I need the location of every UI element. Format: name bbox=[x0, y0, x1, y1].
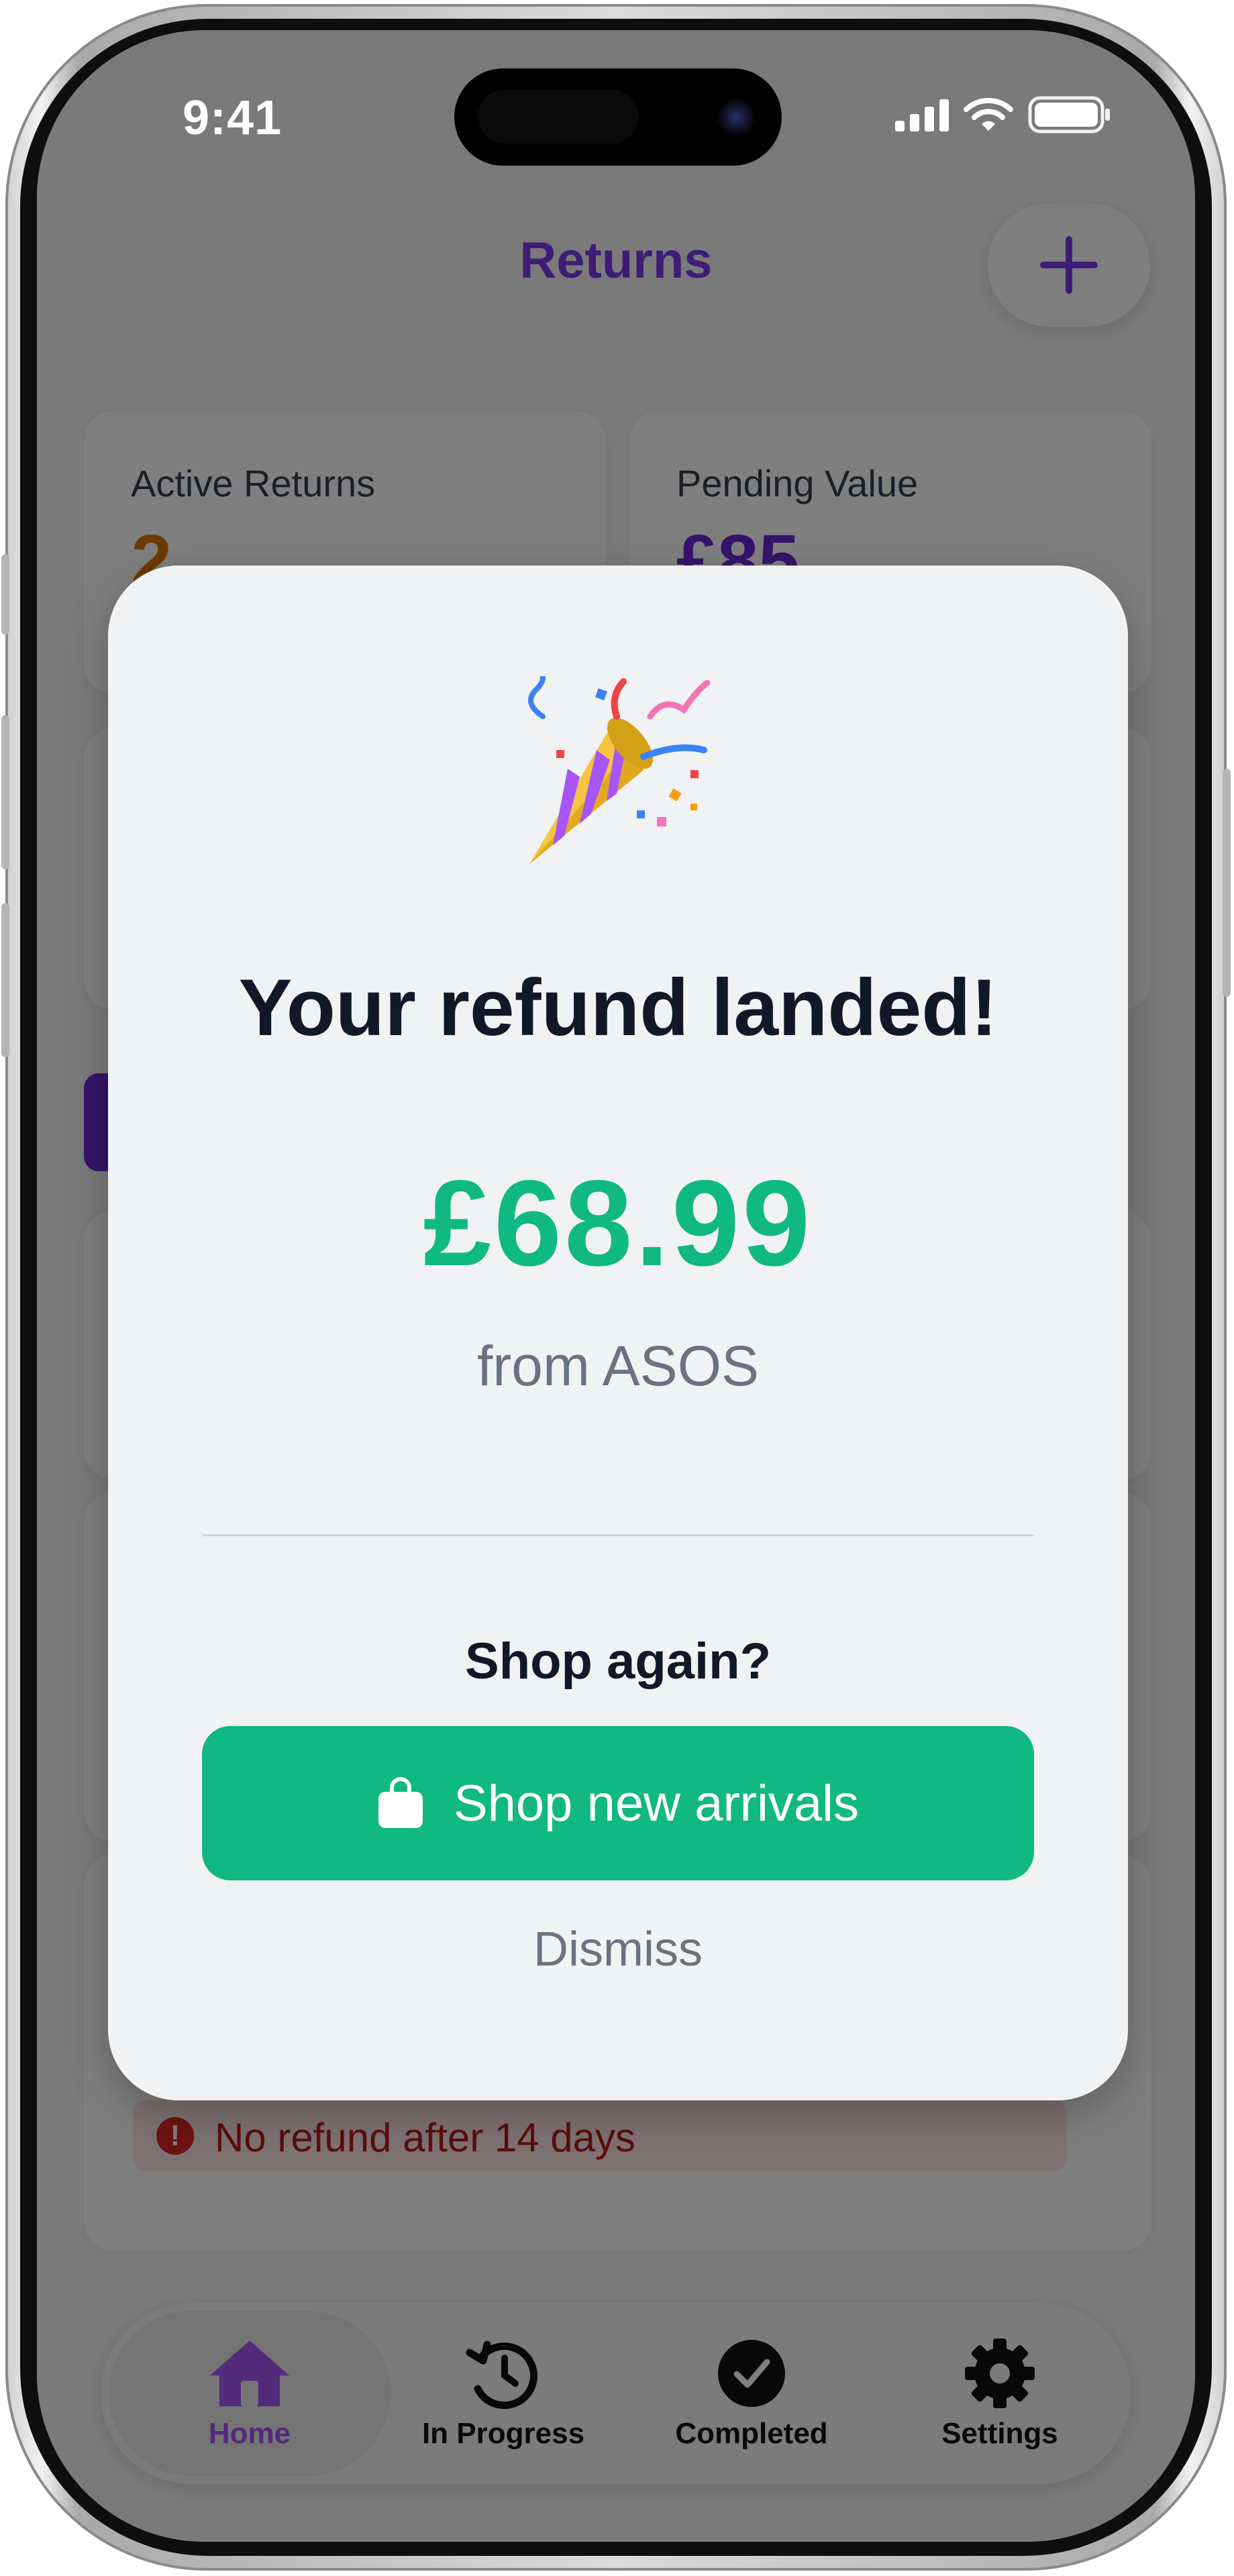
volume-down-button bbox=[1, 903, 9, 1057]
status-time: 9:41 bbox=[183, 91, 282, 145]
battery-icon bbox=[1028, 96, 1110, 133]
shop-button-label: Shop new arrivals bbox=[453, 1774, 860, 1832]
camera-icon bbox=[717, 99, 755, 136]
power-button bbox=[1223, 769, 1231, 997]
shop-again-prompt: Shop again? bbox=[465, 1633, 771, 1690]
wifi-icon bbox=[964, 97, 1013, 131]
divider bbox=[202, 1534, 1034, 1536]
dismiss-button[interactable]: Dismiss bbox=[108, 1922, 1128, 1977]
shopping-bag-icon bbox=[378, 1777, 423, 1828]
shop-new-arrivals-button[interactable]: Shop new arrivals bbox=[202, 1726, 1034, 1880]
action-button bbox=[1, 554, 9, 635]
refund-amount: £68.99 bbox=[423, 1155, 813, 1291]
cellular-signal-icon bbox=[895, 98, 949, 131]
refund-modal: Your refund landed! £68.99 from ASOS Sho… bbox=[108, 566, 1128, 2100]
sensor bbox=[478, 90, 639, 144]
refund-source: from ASOS bbox=[476, 1334, 760, 1397]
dynamic-island bbox=[454, 68, 782, 166]
volume-up-button bbox=[1, 715, 9, 869]
screen: Returns Active Returns 2 Pending Value £… bbox=[37, 30, 1195, 2542]
modal-title: Your refund landed! bbox=[238, 963, 998, 1053]
status-icons bbox=[895, 96, 1111, 133]
party-popper-icon bbox=[528, 676, 711, 864]
